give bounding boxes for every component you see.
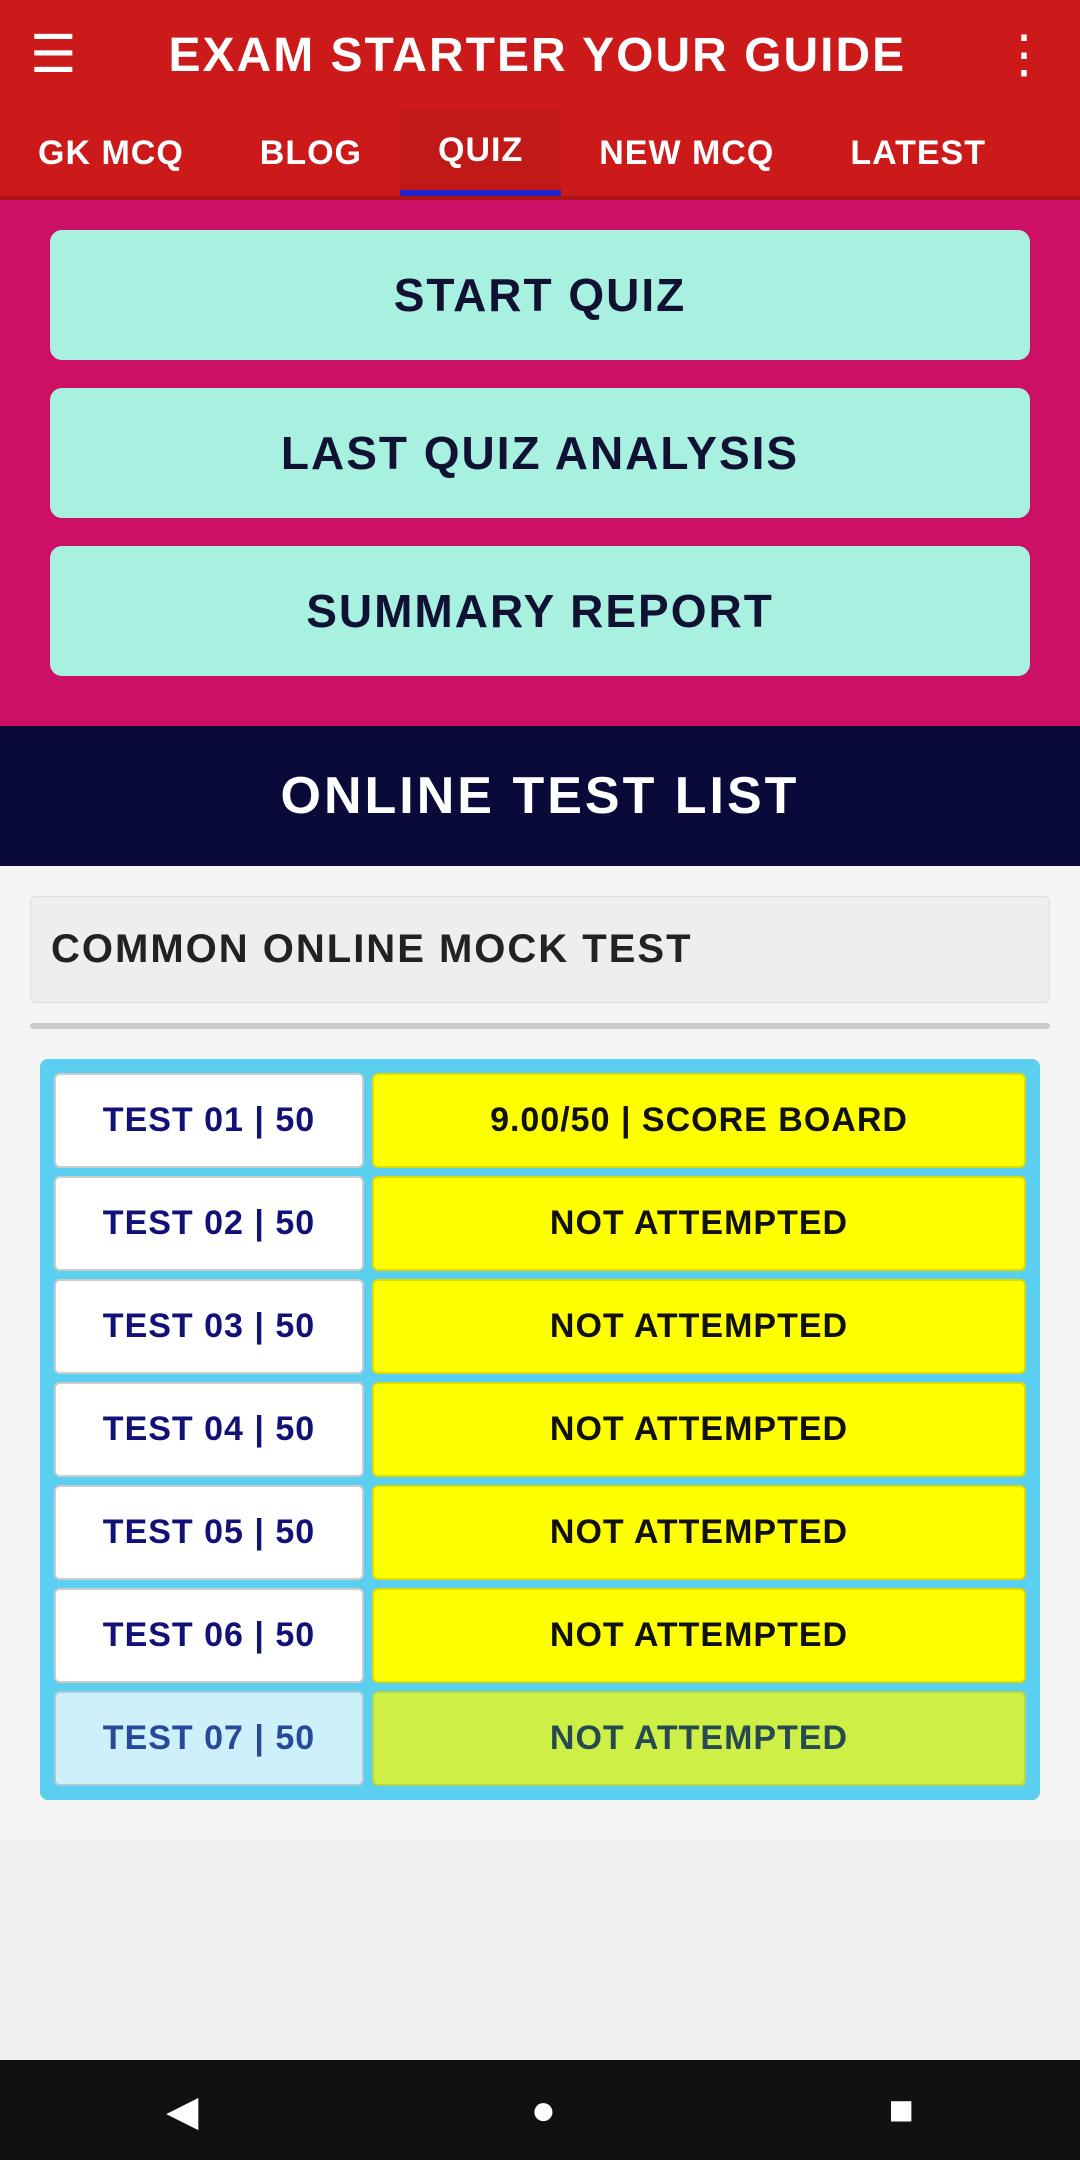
online-test-list-title: ONLINE TEST LIST [281,767,800,825]
menu-icon[interactable]: ☰ [30,25,77,85]
table-row: TEST 01 | 50 9.00/50 | SCORE BOARD [54,1073,1026,1168]
app-header: ☰ EXAM STARTER YOUR GUIDE ⋮ [0,0,1080,110]
test-01-status[interactable]: 9.00/50 | SCORE BOARD [372,1073,1026,1168]
table-row: TEST 07 | 50 NOT ATTEMPTED [54,1691,1026,1786]
test-04-label[interactable]: TEST 04 | 50 [54,1382,364,1477]
test-04-status[interactable]: NOT ATTEMPTED [372,1382,1026,1477]
table-row: TEST 02 | 50 NOT ATTEMPTED [54,1176,1026,1271]
nav-tabs: GK MCQ BLOG QUIZ NEW MCQ LATEST [0,110,1080,200]
test-07-label[interactable]: TEST 07 | 50 [54,1691,364,1786]
bottom-navigation: ◀ ● ■ [0,2060,1080,2160]
online-test-list-header: ONLINE TEST LIST [0,726,1080,866]
quiz-buttons-section: START QUIZ LAST QUIZ ANALYSIS SUMMARY RE… [0,200,1080,726]
test-03-label[interactable]: TEST 03 | 50 [54,1279,364,1374]
test-05-status[interactable]: NOT ATTEMPTED [372,1485,1026,1580]
summary-report-button[interactable]: SUMMARY REPORT [50,546,1030,676]
app-title: EXAM STARTER YOUR GUIDE [77,28,998,83]
tab-quiz[interactable]: QUIZ [400,110,561,196]
test-06-status[interactable]: NOT ATTEMPTED [372,1588,1026,1683]
table-row: TEST 06 | 50 NOT ATTEMPTED [54,1588,1026,1683]
tab-latest[interactable]: LATEST [812,110,1024,196]
more-options-icon[interactable]: ⋮ [998,25,1050,85]
test-table: TEST 01 | 50 9.00/50 | SCORE BOARD TEST … [40,1059,1040,1800]
table-row: TEST 03 | 50 NOT ATTEMPTED [54,1279,1026,1374]
test-03-status[interactable]: NOT ATTEMPTED [372,1279,1026,1374]
test-06-label[interactable]: TEST 06 | 50 [54,1588,364,1683]
test-05-label[interactable]: TEST 05 | 50 [54,1485,364,1580]
test-02-status[interactable]: NOT ATTEMPTED [372,1176,1026,1271]
tab-blog[interactable]: BLOG [222,110,400,196]
mock-test-section-title: COMMON ONLINE MOCK TEST [30,896,1050,1003]
mock-test-section: COMMON ONLINE MOCK TEST TEST 01 | 50 9.0… [0,866,1080,1840]
start-quiz-button[interactable]: START QUIZ [50,230,1030,360]
divider [30,1023,1050,1029]
tab-new-mcq[interactable]: NEW MCQ [561,110,812,196]
home-button[interactable]: ● [481,2076,606,2144]
last-quiz-analysis-button[interactable]: LAST QUIZ ANALYSIS [50,388,1030,518]
table-row: TEST 05 | 50 NOT ATTEMPTED [54,1485,1026,1580]
test-02-label[interactable]: TEST 02 | 50 [54,1176,364,1271]
recents-button[interactable]: ■ [838,2076,963,2144]
test-01-label[interactable]: TEST 01 | 50 [54,1073,364,1168]
table-row: TEST 04 | 50 NOT ATTEMPTED [54,1382,1026,1477]
back-button[interactable]: ◀ [116,2076,248,2145]
test-07-status[interactable]: NOT ATTEMPTED [372,1691,1026,1786]
tab-gk-mcq[interactable]: GK MCQ [0,110,222,196]
